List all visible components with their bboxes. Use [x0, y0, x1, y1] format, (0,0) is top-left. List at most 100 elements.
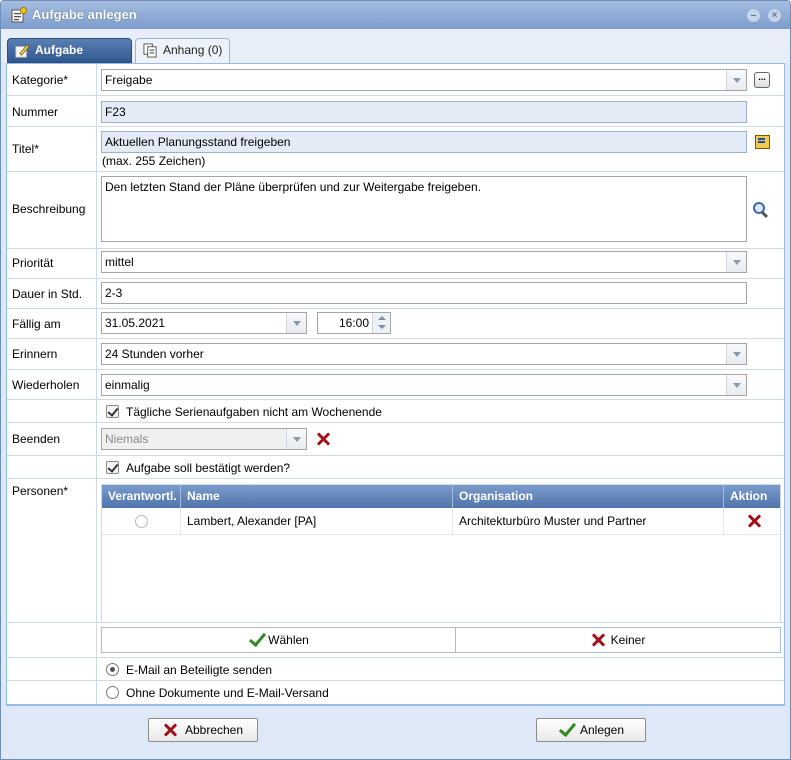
wiederholen-select[interactable]: einmalig: [101, 374, 747, 396]
search-icon[interactable]: [752, 201, 768, 217]
label-prioritaet: Priorität: [12, 256, 54, 270]
chevron-down-icon[interactable]: [286, 429, 306, 449]
faellig-date-value: 31.05.2021: [105, 316, 166, 330]
spin-up-icon[interactable]: [378, 316, 386, 320]
text-library-icon[interactable]: [754, 133, 770, 149]
label-erinnern: Erinnern: [12, 347, 58, 361]
serien-checkbox[interactable]: [106, 405, 119, 418]
beschreibung-textarea[interactable]: Den letzten Stand der Pläne überprüfen u…: [101, 176, 747, 242]
row-auswahl: Wählen Keiner: [7, 623, 784, 658]
label-beenden: Beenden: [12, 432, 61, 446]
verantwortlich-radio[interactable]: [135, 515, 148, 528]
table-row[interactable]: Lambert, Alexander [PA] Architekturbüro …: [102, 508, 780, 535]
erinnern-value: 24 Stunden vorher: [105, 347, 204, 361]
tab-anhang[interactable]: Anhang (0): [135, 38, 230, 63]
ohne-versand-radio[interactable]: [106, 686, 119, 699]
dialog-window: Aufgabe anlegen – × Aufgabe anlegen Anha…: [0, 0, 791, 760]
prioritaet-select[interactable]: mittel: [101, 251, 747, 273]
wiederholen-value: einmalig: [105, 378, 150, 392]
cancel-label: Abbrechen: [184, 723, 244, 737]
chevron-down-icon[interactable]: [726, 344, 746, 364]
column-header-aktion[interactable]: Aktion: [724, 485, 780, 508]
chevron-down-icon[interactable]: [726, 252, 746, 272]
calendar-trigger-icon[interactable]: [286, 313, 306, 333]
bestaetigt-checkbox[interactable]: [106, 461, 119, 474]
label-nummer: Nummer: [12, 105, 59, 119]
chevron-down-icon[interactable]: [726, 70, 746, 90]
email-senden-label: E-Mail an Beteiligte senden: [126, 663, 273, 677]
tab-aufgabe-anlegen[interactable]: Aufgabe anlegen: [7, 38, 132, 80]
grid-header: Verantwortl. Name Organisation Aktion: [102, 485, 780, 508]
checkmark-icon: [248, 632, 264, 646]
remove-person-icon[interactable]: [747, 514, 761, 528]
column-header-organisation[interactable]: Organisation: [453, 485, 724, 508]
tab-label: Anhang (0): [163, 43, 223, 57]
keiner-label: Keiner: [610, 633, 646, 647]
close-button[interactable]: ×: [768, 9, 781, 22]
create-button[interactable]: Anlegen: [536, 718, 646, 742]
label-dauer: Dauer in Std.: [12, 287, 83, 301]
cross-icon: [591, 633, 605, 647]
kategorie-value: Freigabe: [105, 73, 153, 87]
serien-checkbox-label: Tägliche Serienaufgaben nicht am Wochene…: [126, 405, 382, 419]
email-senden-radio[interactable]: [106, 663, 119, 676]
tab-bar: Aufgabe anlegen Anhang (0): [1, 29, 790, 80]
dialog-footer: Abbrechen Anlegen: [6, 705, 785, 757]
checkmark-icon: [558, 722, 574, 736]
titel-hint: (max. 255 Zeichen): [102, 154, 206, 168]
nummer-field[interactable]: F23: [101, 101, 747, 123]
titel-field[interactable]: Aktuellen Planungsstand freigeben: [101, 131, 747, 153]
person-organisation: Architekturbüro Muster und Partner: [453, 508, 724, 534]
row-ohne-versand: Ohne Dokumente und E-Mail-Versand: [7, 681, 784, 704]
row-kategorie: Kategorie* Freigabe ...: [7, 64, 784, 96]
row-prioritaet: Priorität mittel: [7, 249, 784, 279]
row-beenden: Beenden Niemals: [7, 423, 784, 456]
label-faellig: Fällig am: [12, 317, 61, 331]
waehlen-label: Wählen: [268, 633, 309, 647]
label-wiederholen: Wiederholen: [12, 378, 80, 392]
waehlen-button[interactable]: Wählen: [101, 627, 456, 653]
title-bar[interactable]: Aufgabe anlegen – ×: [1, 1, 790, 29]
label-personen: Personen*: [12, 484, 69, 498]
label-kategorie: Kategorie*: [12, 73, 69, 87]
create-label: Anlegen: [579, 723, 625, 737]
task-edit-icon: [15, 44, 30, 58]
faellig-date-field[interactable]: 31.05.2021: [101, 312, 307, 334]
beenden-select[interactable]: Niemals: [101, 428, 307, 450]
row-beschreibung: Beschreibung Den letzten Stand der Pläne…: [7, 172, 784, 249]
task-new-icon: [11, 7, 27, 23]
personen-grid: Verantwortl. Name Organisation Aktion La…: [101, 484, 781, 623]
label-beschreibung: Beschreibung: [12, 202, 86, 216]
more-options-button[interactable]: ...: [754, 72, 770, 88]
faellig-time-value: 16:00: [338, 316, 369, 330]
row-wiederholen: Wiederholen einmalig: [7, 370, 784, 400]
row-nummer: Nummer F23: [7, 96, 784, 127]
erinnern-select[interactable]: 24 Stunden vorher: [101, 343, 747, 365]
cancel-button[interactable]: Abbrechen: [148, 718, 258, 742]
cross-icon: [163, 723, 177, 737]
keiner-button[interactable]: Keiner: [455, 627, 781, 653]
row-erinnern: Erinnern 24 Stunden vorher: [7, 339, 784, 370]
bestaetigt-checkbox-label: Aufgabe soll bestätigt werden?: [126, 461, 291, 475]
window-title: Aufgabe anlegen: [32, 7, 137, 22]
kategorie-select[interactable]: Freigabe: [101, 69, 747, 91]
row-dauer: Dauer in Std. 2-3: [7, 279, 784, 309]
column-header-verantwortlich[interactable]: Verantwortl.: [102, 485, 181, 508]
row-bestaetigt: Aufgabe soll bestätigt werden?: [7, 456, 784, 479]
beenden-value: Niemals: [105, 432, 149, 446]
minimize-button[interactable]: –: [747, 9, 760, 22]
spin-down-icon[interactable]: [378, 325, 386, 329]
label-titel: Titel*: [12, 142, 39, 156]
row-titel: Titel* Aktuellen Planungsstand freigeben…: [7, 127, 784, 172]
row-faellig: Fällig am 31.05.2021 16:00: [7, 309, 784, 339]
task-form: Kategorie* Freigabe ... Nummer F23 Titel…: [6, 63, 785, 705]
prioritaet-value: mittel: [105, 255, 134, 269]
time-spinner[interactable]: [372, 313, 390, 333]
column-header-name[interactable]: Name: [181, 485, 453, 508]
row-serien: Tägliche Serienaufgaben nicht am Wochene…: [7, 400, 784, 423]
ohne-versand-label: Ohne Dokumente und E-Mail-Versand: [126, 686, 329, 700]
chevron-down-icon[interactable]: [726, 375, 746, 395]
faellig-time-field[interactable]: 16:00: [317, 312, 391, 334]
dauer-field[interactable]: 2-3: [101, 282, 747, 304]
clear-beenden-icon[interactable]: [316, 432, 330, 446]
